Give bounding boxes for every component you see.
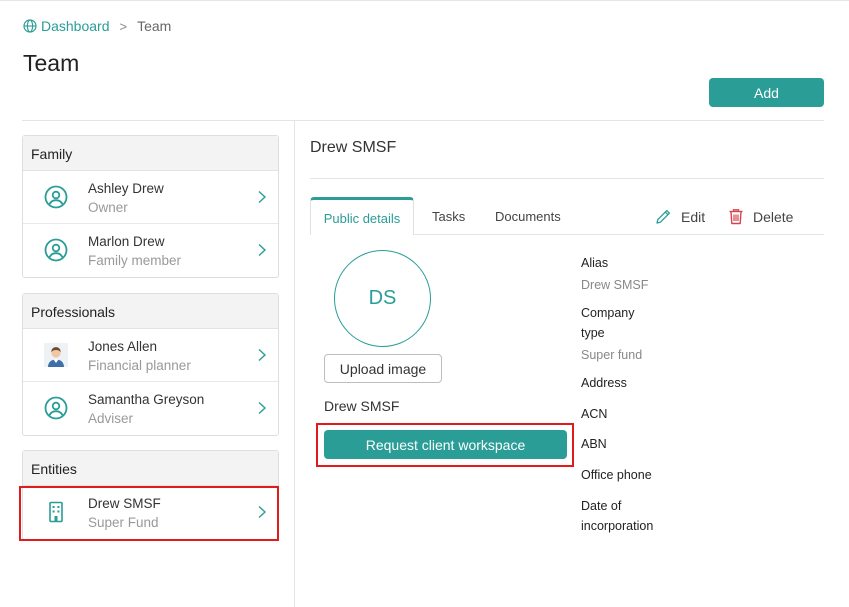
breadcrumb-dashboard-label: Dashboard	[41, 18, 110, 34]
delete-label: Delete	[753, 208, 794, 225]
top-border	[0, 0, 849, 3]
page-title: Team	[23, 50, 80, 76]
item-role: Owner	[88, 200, 128, 215]
details-panel: Alias Drew SMSF Company type Super fund …	[581, 253, 671, 536]
item-role: Adviser	[88, 411, 134, 426]
company-type-value: Super fund	[581, 348, 643, 362]
list-item-marlon-drew[interactable]: Marlon Drew Family member	[23, 224, 278, 277]
item-role: Family member	[88, 253, 182, 268]
breadcrumb-dashboard-link[interactable]: Dashboard	[23, 18, 110, 34]
abn-label: ABN	[581, 437, 607, 451]
edit-button[interactable]: Edit	[655, 208, 705, 225]
person-circle-icon	[44, 238, 68, 262]
chevron-right-icon	[258, 401, 267, 415]
chevron-right-icon	[258, 190, 267, 204]
avatar-photo	[44, 343, 68, 367]
selected-entity-highlight	[19, 486, 279, 541]
family-group: Family Ashley Drew Owner Marlon Drew Fam…	[22, 135, 279, 278]
address-label: Address	[581, 376, 627, 390]
tab-tasks[interactable]: Tasks	[432, 209, 465, 224]
item-name: Marlon Drew	[88, 234, 165, 249]
breadcrumb: Dashboard > Team	[23, 18, 171, 34]
family-group-title: Family	[23, 136, 278, 171]
chevron-right-icon	[258, 348, 267, 362]
list-item-ashley-drew[interactable]: Ashley Drew Owner	[23, 171, 278, 224]
item-role: Financial planner	[88, 358, 191, 373]
list-item-jones-allen[interactable]: Jones Allen Financial planner	[23, 329, 278, 382]
delete-button[interactable]: Delete	[728, 208, 793, 225]
avatar-initials: DS	[368, 287, 397, 309]
entity-title: Drew SMSF	[310, 139, 397, 156]
header-divider	[22, 120, 824, 121]
request-client-workspace-button[interactable]: Request client workspace	[324, 430, 567, 459]
acn-label: ACN	[581, 407, 608, 421]
add-button[interactable]: Add	[709, 78, 824, 107]
breadcrumb-current: Team	[137, 18, 172, 34]
entity-title-divider	[310, 178, 824, 179]
chevron-right-icon	[258, 243, 267, 257]
tabs-underline	[414, 234, 824, 235]
company-type-label-line2: type	[581, 326, 605, 340]
professionals-group: Professionals Jones Allen Financial plan…	[22, 293, 279, 436]
tab-documents[interactable]: Documents	[495, 209, 561, 224]
professionals-group-title: Professionals	[23, 294, 278, 329]
trash-icon	[729, 209, 743, 225]
company-type-label-line1: Company	[581, 306, 635, 320]
column-divider	[294, 121, 295, 607]
alias-label: Alias	[581, 256, 609, 270]
entities-group-title: Entities	[23, 451, 278, 486]
globe-icon	[23, 19, 37, 33]
office-phone-label: Office phone	[581, 468, 652, 482]
list-item-samantha-greyson[interactable]: Samantha Greyson Adviser	[23, 382, 278, 435]
edit-label: Edit	[681, 208, 706, 225]
breadcrumb-separator: >	[119, 18, 128, 34]
entity-avatar: DS	[334, 250, 431, 347]
item-name: Jones Allen	[88, 339, 158, 354]
incorporation-label-line2: incorporation	[581, 519, 654, 533]
upload-image-button[interactable]: Upload image	[324, 354, 442, 383]
person-circle-icon	[44, 185, 68, 209]
person-circle-icon	[44, 396, 68, 420]
item-name: Ashley Drew	[88, 181, 164, 196]
entity-display-name: Drew SMSF	[324, 398, 400, 414]
item-name: Samantha Greyson	[88, 392, 205, 407]
incorporation-label-line1: Date of	[581, 499, 622, 513]
tab-public-details[interactable]: Public details	[310, 197, 414, 235]
alias-value: Drew SMSF	[581, 278, 649, 292]
pencil-icon	[656, 209, 671, 224]
